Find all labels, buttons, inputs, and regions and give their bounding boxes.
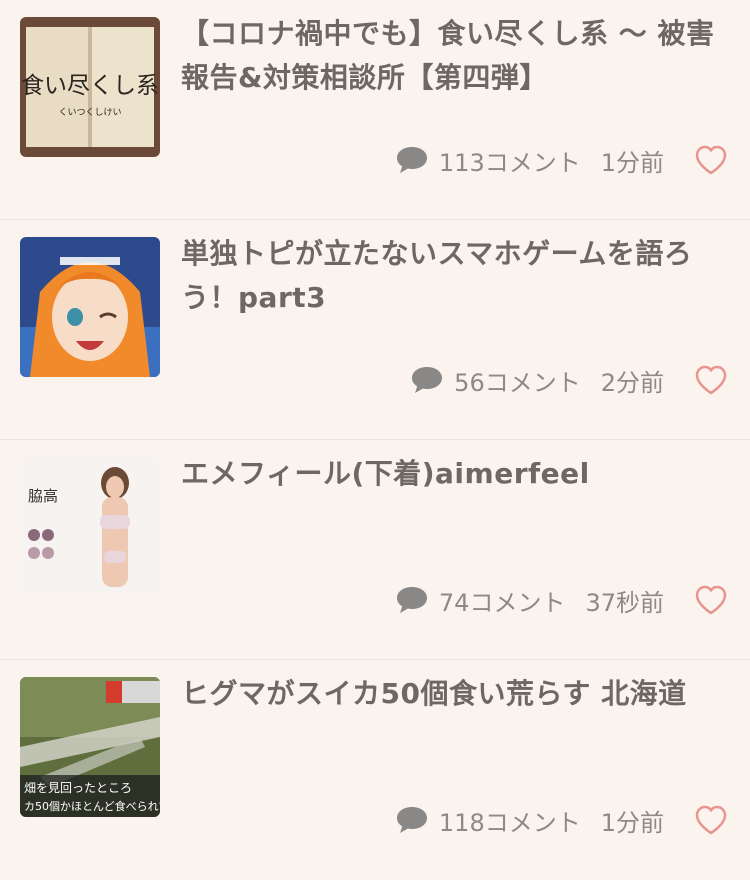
topic-list: 食い尽くし系 くいつくしけい 【コロナ禍中でも】食い尽くし系 〜 被害報告&対策… <box>0 0 750 844</box>
speech-bubble-icon <box>410 365 444 395</box>
thumbnail-subtext: カ50個かほとんど食べられて <box>24 799 160 813</box>
speech-bubble-icon <box>395 145 429 175</box>
heart-outline-icon[interactable] <box>694 584 728 616</box>
topic-meta: 118コメント 1分前 <box>395 802 728 838</box>
post-time: 37秒前 <box>585 588 664 617</box>
topic-item[interactable]: 単独トピが立たないスマホゲームを語ろう！part3 56コメント 2分前 <box>0 220 750 440</box>
post-time: 1分前 <box>600 808 664 837</box>
comment-count: 74コメント <box>438 588 566 617</box>
topic-thumbnail[interactable]: 畑を見回ったところ カ50個かほとんど食べられて <box>20 677 160 817</box>
heart-outline-icon[interactable] <box>694 144 728 176</box>
topic-title[interactable]: 単独トピが立たないスマホゲームを語ろう！part3 <box>181 232 726 320</box>
topic-meta: 74コメント 37秒前 <box>395 582 728 618</box>
topic-thumbnail[interactable] <box>20 237 160 377</box>
post-time: 1分前 <box>600 148 664 177</box>
comment-count: 118コメント <box>438 808 581 837</box>
topic-title[interactable]: エメフィール(下着)aimerfeel <box>181 452 726 496</box>
thumbnail-text: 食い尽くし系 <box>21 73 159 99</box>
topic-item[interactable]: 脇高 エメフィール(下着)aimerfeel 74コメント 37秒前 <box>0 440 750 660</box>
topic-meta: 113コメント 1分前 <box>395 142 728 178</box>
comment-count: 56コメント <box>454 368 581 397</box>
topic-title[interactable]: ヒグマがスイカ50個食い荒らす 北海道 <box>181 672 726 716</box>
topic-thumbnail[interactable]: 食い尽くし系 くいつくしけい <box>20 17 160 157</box>
topic-thumbnail[interactable]: 脇高 <box>20 457 160 597</box>
topic-title[interactable]: 【コロナ禍中でも】食い尽くし系 〜 被害報告&対策相談所【第四弾】 <box>181 12 726 100</box>
thumbnail-text: 畑を見回ったところ <box>24 781 132 795</box>
heart-outline-icon[interactable] <box>694 364 728 396</box>
heart-outline-icon[interactable] <box>694 804 728 836</box>
post-time: 2分前 <box>600 368 664 397</box>
topic-item[interactable]: 畑を見回ったところ カ50個かほとんど食べられて ヒグマがスイカ50個食い荒らす… <box>0 660 750 880</box>
topic-item[interactable]: 食い尽くし系 くいつくしけい 【コロナ禍中でも】食い尽くし系 〜 被害報告&対策… <box>0 0 750 220</box>
comment-count: 113コメント <box>438 148 581 177</box>
thumbnail-subtext: くいつくしけい <box>58 107 121 118</box>
topic-meta: 56コメント 2分前 <box>410 362 728 398</box>
speech-bubble-icon <box>395 805 429 835</box>
speech-bubble-icon <box>395 585 429 615</box>
thumbnail-text: 脇高 <box>28 487 58 505</box>
